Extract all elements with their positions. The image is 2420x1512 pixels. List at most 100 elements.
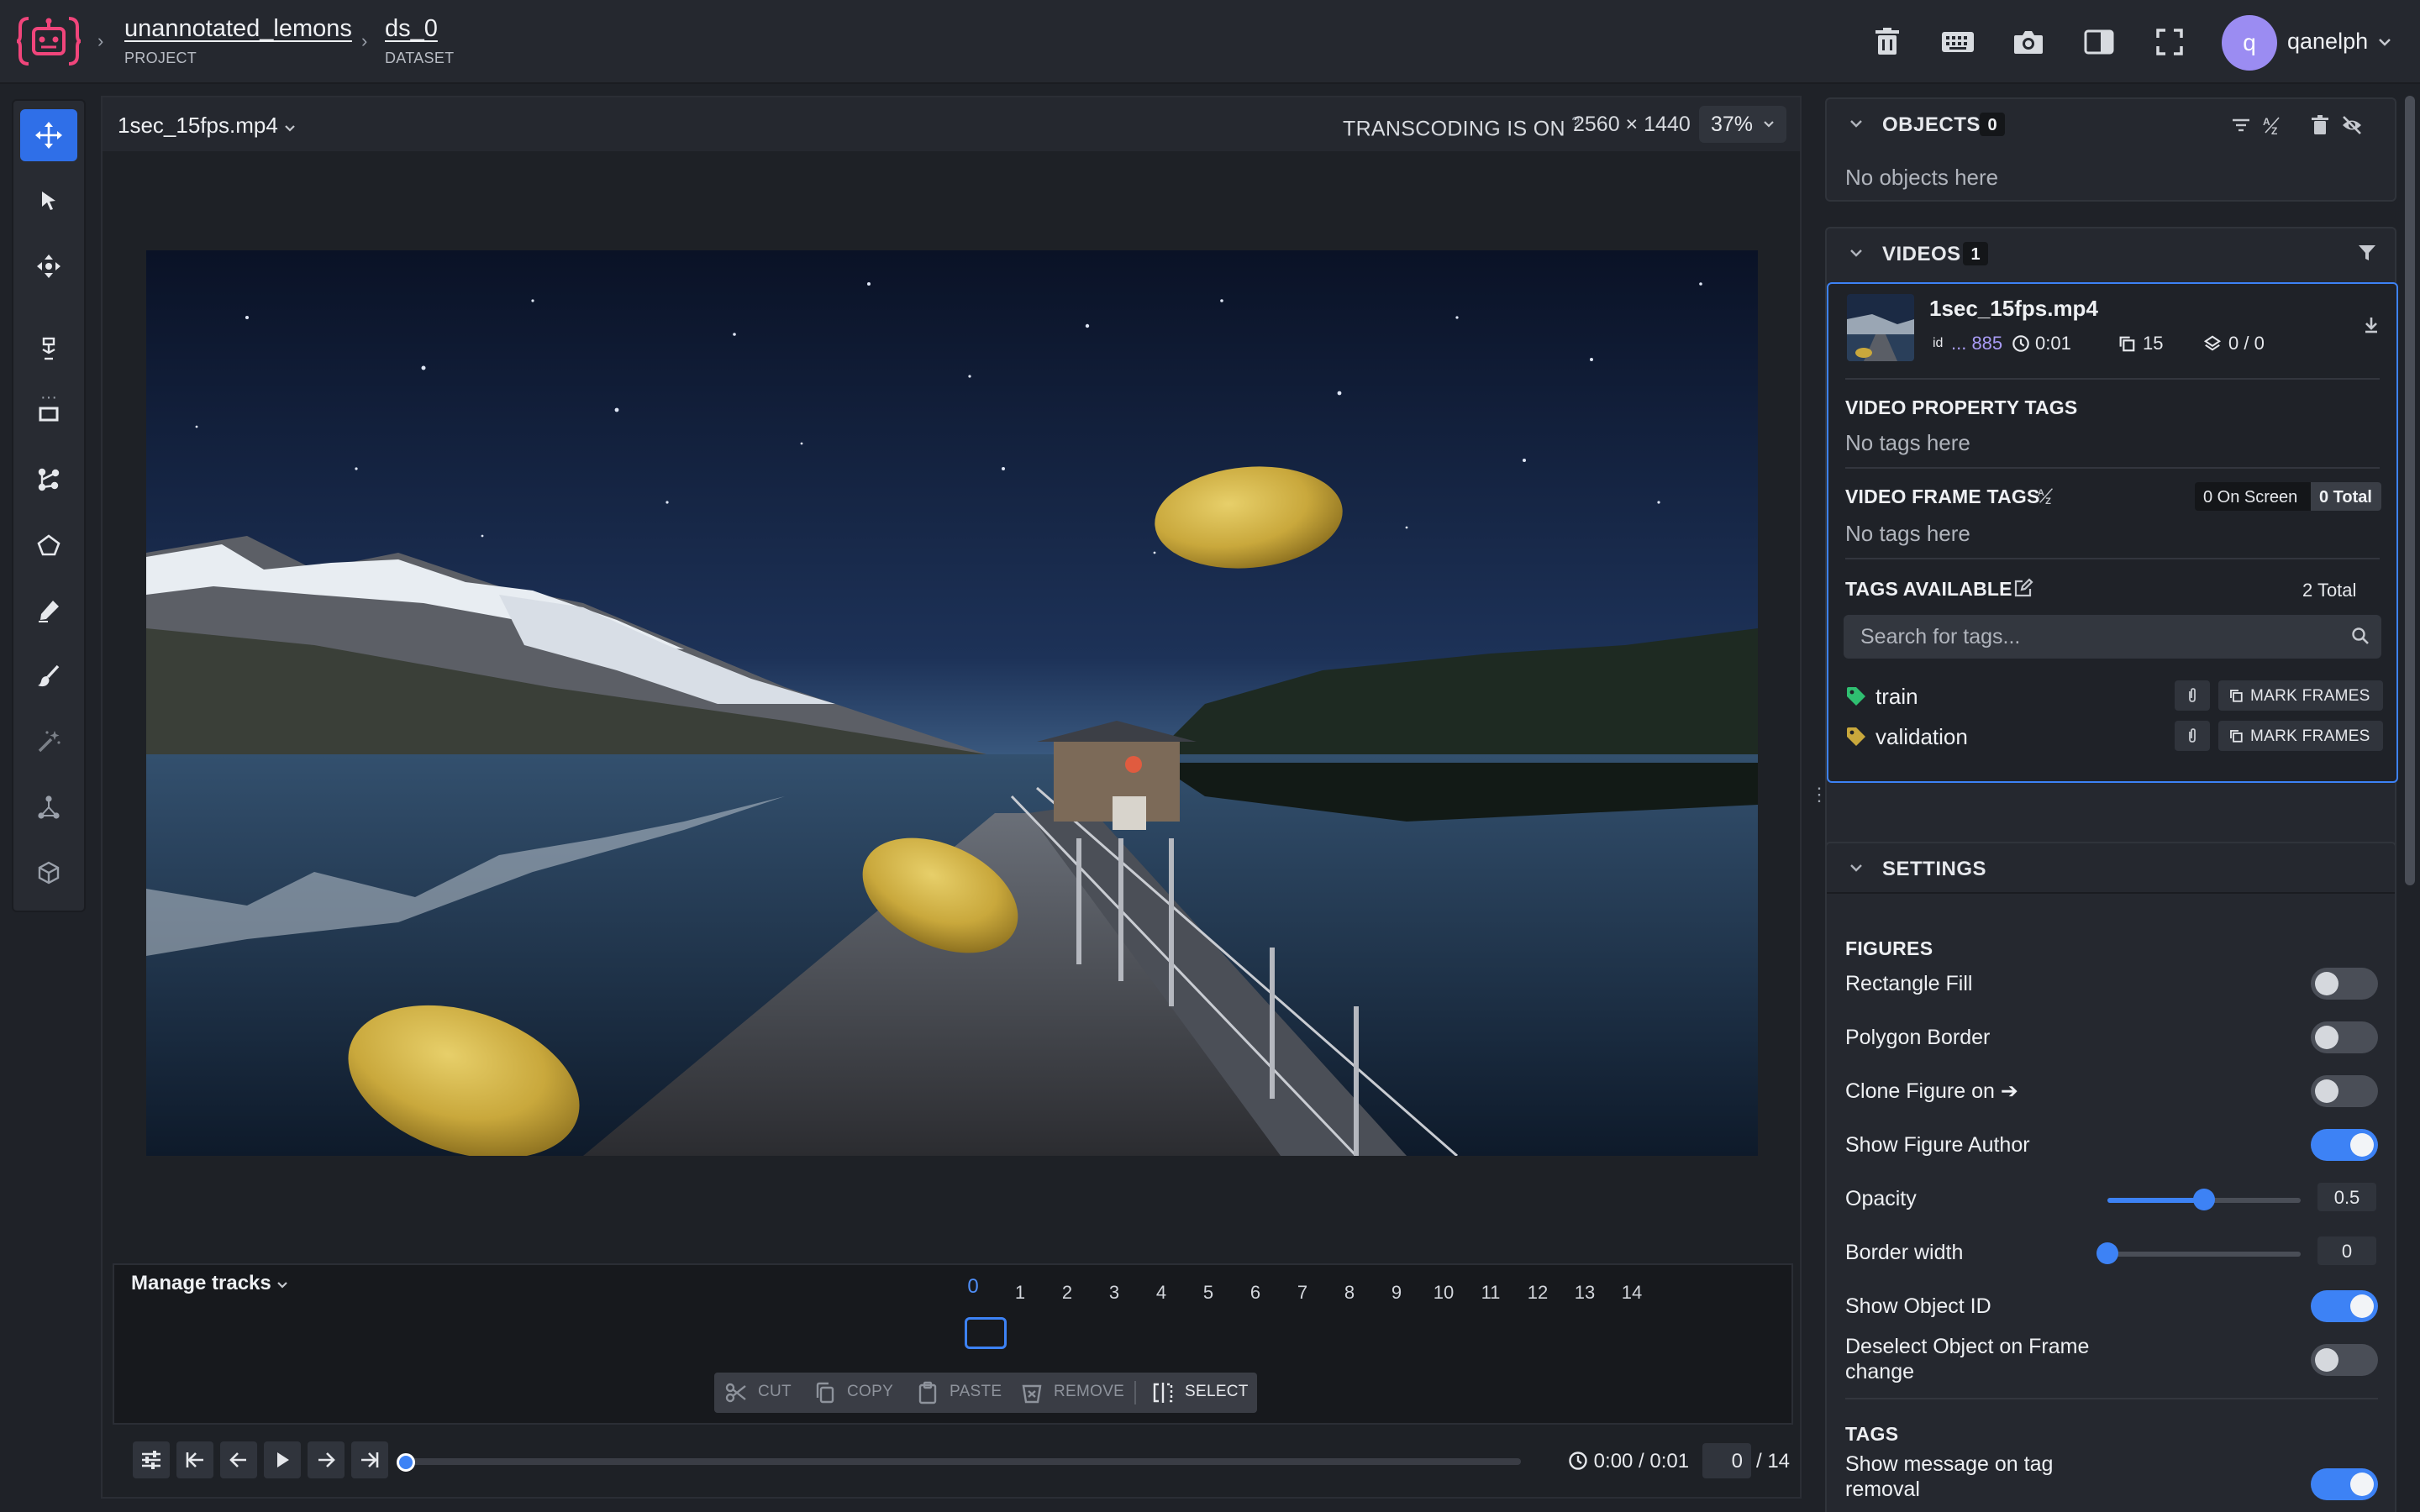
cuboid-tool-button[interactable] [20, 847, 77, 899]
video-frame-canvas[interactable] [146, 250, 1758, 1156]
last-frame-button[interactable] [351, 1441, 388, 1478]
border-width-slider[interactable] [2096, 1242, 2301, 1264]
frame-number[interactable]: 8 [1333, 1282, 1366, 1304]
delete-all-icon[interactable] [2309, 114, 2331, 136]
edit-icon[interactable] [2013, 578, 2033, 598]
sidebar-scrollbar[interactable] [2405, 96, 2415, 885]
polygon-tool-button[interactable] [20, 519, 77, 571]
frame-number-input[interactable]: 0 [1702, 1443, 1751, 1478]
frame-number[interactable]: 9 [1380, 1282, 1413, 1304]
frame-number[interactable]: 13 [1568, 1282, 1602, 1304]
mark-frames-button[interactable]: MARK FRAMES [2218, 680, 2383, 711]
remove-button[interactable]: REMOVE [1054, 1383, 1124, 1401]
keyboard-icon[interactable] [1939, 24, 1976, 60]
collapse-chevron-icon[interactable] [1847, 858, 1865, 877]
select-tool-button[interactable] [20, 175, 77, 227]
on-screen-count[interactable]: 0 On Screen [2203, 488, 2297, 507]
sort-az-icon[interactable]: AZ [2037, 486, 2057, 506]
frame-number[interactable]: 5 [1192, 1282, 1225, 1304]
first-frame-button[interactable] [176, 1441, 213, 1478]
paste-button[interactable]: PASTE [950, 1383, 1002, 1401]
frame-number[interactable]: 2 [1050, 1282, 1084, 1304]
deselect-object-toggle[interactable] [2311, 1344, 2378, 1376]
frame-number[interactable]: 1 [1003, 1282, 1037, 1304]
next-frame-button[interactable] [308, 1441, 345, 1478]
filter-funnel-icon[interactable] [2356, 242, 2378, 264]
show-author-toggle[interactable] [2311, 1129, 2378, 1161]
dataset-name[interactable]: ds_0 [385, 15, 454, 43]
hide-all-eye-icon[interactable] [2341, 114, 2363, 136]
cut-button[interactable]: CUT [758, 1383, 792, 1401]
frame-number[interactable]: 0 [956, 1275, 990, 1299]
clone-figure-toggle[interactable] [2311, 1075, 2378, 1107]
skeleton-tool-button[interactable] [20, 781, 77, 833]
show-object-id-toggle[interactable] [2311, 1290, 2378, 1322]
videos-header[interactable]: VIDEOS 1 [1827, 228, 2395, 277]
opacity-slider-handle[interactable] [2193, 1189, 2215, 1210]
avatar[interactable]: q [2222, 15, 2277, 71]
settings-header[interactable]: SETTINGS [1827, 843, 2395, 892]
sidebar-toggle-icon[interactable] [2081, 24, 2118, 60]
frame-number[interactable]: 12 [1521, 1282, 1555, 1304]
video-id[interactable]: ... 885 [1951, 333, 2002, 354]
sort-az-icon[interactable]: AZ [2262, 114, 2284, 136]
frame-number[interactable]: 14 [1615, 1282, 1649, 1304]
collapse-chevron-icon[interactable] [1847, 114, 1865, 133]
border-width-slider-handle[interactable] [2096, 1242, 2118, 1264]
frame-number[interactable]: 10 [1427, 1282, 1460, 1304]
tag-removal-toggle[interactable] [2311, 1468, 2378, 1500]
graph-tool-button[interactable] [20, 454, 77, 506]
tag-search-input[interactable] [1860, 625, 2331, 649]
mark-frames-button[interactable]: MARK FRAMES [2218, 721, 2383, 751]
frame-number[interactable]: 4 [1144, 1282, 1178, 1304]
zoom-dropdown[interactable]: 37% [1699, 106, 1786, 143]
frame-number[interactable]: 7 [1286, 1282, 1319, 1304]
playback-progress-handle[interactable] [397, 1453, 415, 1472]
tag-search-box[interactable] [1844, 615, 2381, 659]
video-thumbnail[interactable] [1847, 294, 1914, 361]
opacity-value-input[interactable]: 0.5 [2317, 1183, 2376, 1211]
select-button[interactable]: SELECT [1185, 1383, 1249, 1401]
rectangle-fill-toggle[interactable] [2311, 968, 2378, 1000]
user-menu-chevron-down-icon[interactable] [2378, 37, 2391, 47]
frame-number[interactable]: 3 [1097, 1282, 1131, 1304]
video-file-dropdown[interactable]: 1sec_15fps.mp4 [118, 113, 296, 139]
collapse-chevron-icon[interactable] [1847, 244, 1865, 262]
camera-icon[interactable] [2010, 24, 2047, 60]
rectangle-tool-button[interactable] [20, 388, 77, 440]
opacity-slider[interactable] [2107, 1189, 2301, 1210]
username[interactable]: qanelph [2287, 29, 2368, 55]
frame-number[interactable]: 6 [1239, 1282, 1272, 1304]
playback-progress-track[interactable] [403, 1458, 1521, 1465]
download-icon[interactable] [2363, 316, 2380, 334]
smart-tool-button[interactable] [20, 323, 77, 375]
fullscreen-icon[interactable] [2151, 24, 2188, 60]
current-frame-marker[interactable] [965, 1317, 1007, 1349]
breadcrumb-project[interactable]: unannotated_lemons PROJECT [124, 15, 352, 67]
attach-tag-button[interactable] [2175, 721, 2210, 751]
video-card[interactable]: 1sec_15fps.mp4 id ... 885 0:01 15 0 / 0 … [1827, 282, 2398, 783]
tag-row-validation[interactable]: validation MARK FRAMES [1845, 719, 2383, 753]
copy-button[interactable]: COPY [847, 1383, 893, 1401]
magic-wand-tool-button[interactable] [20, 716, 77, 768]
player-settings-button[interactable] [133, 1441, 170, 1478]
attach-tag-button[interactable] [2175, 680, 2210, 711]
brush-tool-button[interactable] [20, 585, 77, 637]
total-count[interactable]: 0 Total [2311, 482, 2381, 511]
project-name[interactable]: unannotated_lemons [124, 15, 352, 43]
filter-lines-icon[interactable] [2230, 114, 2252, 136]
breadcrumb-dataset[interactable]: ds_0 DATASET [385, 15, 454, 67]
tag-row-train[interactable]: train MARK FRAMES [1845, 679, 2383, 712]
objects-header[interactable]: OBJECTS 0 AZ [1827, 99, 2395, 148]
manage-tracks-dropdown[interactable]: Manage tracks [131, 1272, 288, 1295]
supervisely-logo-icon[interactable] [17, 15, 81, 67]
search-icon[interactable] [2351, 627, 2370, 645]
border-width-value-input[interactable]: 0 [2317, 1236, 2376, 1265]
pan-tool-button[interactable] [20, 240, 77, 292]
eraser-tool-button[interactable] [20, 650, 77, 702]
polygon-border-toggle[interactable] [2311, 1021, 2378, 1053]
previous-frame-button[interactable] [220, 1441, 257, 1478]
play-button[interactable] [264, 1441, 301, 1478]
frame-number[interactable]: 11 [1474, 1282, 1507, 1304]
trash-icon[interactable] [1869, 24, 1906, 60]
